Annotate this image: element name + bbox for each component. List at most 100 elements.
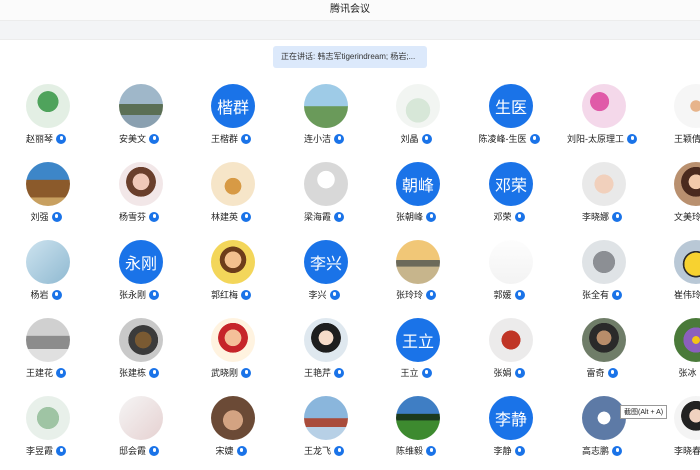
- participant-tile[interactable]: 李昱霞: [0, 392, 92, 470]
- participant-avatar[interactable]: [396, 396, 440, 440]
- participant-tile[interactable]: 雷奇: [556, 314, 648, 392]
- participant-tile[interactable]: 王颖倩: [648, 80, 700, 158]
- participant-avatar[interactable]: [119, 396, 163, 440]
- participant-row: 王建花张建栋武晓刚王艳芹王立王立张娟雷奇张冰: [0, 314, 700, 392]
- participant-avatar[interactable]: [119, 84, 163, 128]
- participant-avatar[interactable]: [304, 318, 348, 362]
- participant-tile[interactable]: 杨雪芬: [93, 158, 185, 236]
- participant-tile[interactable]: 邸会霞: [93, 392, 185, 470]
- participant-tile[interactable]: 宋婕: [185, 392, 277, 470]
- participant-avatar[interactable]: [119, 318, 163, 362]
- participant-tile[interactable]: 李静李静: [463, 392, 555, 470]
- participant-tile[interactable]: 梁海霞: [278, 158, 370, 236]
- participant-avatar[interactable]: [119, 162, 163, 206]
- participant-name: 宋婕: [215, 446, 233, 456]
- participant-avatar[interactable]: [674, 318, 700, 362]
- participant-tile[interactable]: 刘阳-太原理工: [556, 80, 648, 158]
- participant-avatar[interactable]: [582, 162, 626, 206]
- participant-avatar[interactable]: 王立: [396, 318, 440, 362]
- microphone-icon: [149, 212, 159, 222]
- participant-avatar[interactable]: [489, 240, 533, 284]
- participant-tile[interactable]: 张娟: [463, 314, 555, 392]
- participant-avatar[interactable]: [674, 162, 700, 206]
- participant-tile[interactable]: 李兴李兴: [278, 236, 370, 314]
- participant-avatar[interactable]: 楷群: [211, 84, 255, 128]
- participant-avatar[interactable]: [489, 318, 533, 362]
- participant-avatar[interactable]: 朝峰: [396, 162, 440, 206]
- participant-avatar[interactable]: [26, 162, 70, 206]
- participant-avatar[interactable]: [582, 240, 626, 284]
- participant-tile[interactable]: 武晓刚: [185, 314, 277, 392]
- participant-avatar[interactable]: [26, 318, 70, 362]
- microphone-icon: [149, 446, 159, 456]
- participant-avatar[interactable]: [304, 84, 348, 128]
- participant-name: 郭红梅: [211, 290, 238, 300]
- participant-tile[interactable]: 赵丽琴: [0, 80, 92, 158]
- participant-label: 林建英: [185, 210, 277, 223]
- participant-avatar[interactable]: 李静: [489, 396, 533, 440]
- participant-name: 李晓娜: [582, 212, 609, 222]
- participant-avatar[interactable]: [396, 240, 440, 284]
- participant-name: 王立: [400, 368, 418, 378]
- participant-avatar[interactable]: [211, 240, 255, 284]
- participant-avatar[interactable]: [26, 84, 70, 128]
- participant-tile[interactable]: 王建花: [0, 314, 92, 392]
- microphone-icon: [149, 290, 159, 300]
- participant-name: 雷奇: [586, 368, 604, 378]
- participant-tile[interactable]: 张玲玲: [370, 236, 462, 314]
- participant-avatar[interactable]: [211, 318, 255, 362]
- participant-tile[interactable]: 安美文: [93, 80, 185, 158]
- participant-tile[interactable]: 郭红梅: [185, 236, 277, 314]
- participant-avatar[interactable]: [674, 84, 700, 128]
- participant-name: 张玲玲: [396, 290, 423, 300]
- participant-tile[interactable]: 李晓春: [648, 392, 700, 470]
- participant-tile[interactable]: 林建英: [185, 158, 277, 236]
- participant-name: 张朝峰: [396, 212, 423, 222]
- participant-name: 张建栋: [119, 368, 146, 378]
- participant-tile[interactable]: 张冰: [648, 314, 700, 392]
- participant-avatar[interactable]: [304, 396, 348, 440]
- participant-label: 王建花: [0, 366, 92, 379]
- participant-avatar[interactable]: 李兴: [304, 240, 348, 284]
- participant-tile[interactable]: 郭媛: [463, 236, 555, 314]
- speaking-indicator[interactable]: 正在讲话: 韩志军tigerindream; 杨岩;...: [273, 46, 427, 68]
- participant-tile[interactable]: 楷群王楷群: [185, 80, 277, 158]
- participant-avatar[interactable]: [582, 318, 626, 362]
- participant-label: 高志鹏: [556, 444, 648, 457]
- participant-tile[interactable]: 王立王立: [370, 314, 462, 392]
- participant-avatar[interactable]: [26, 396, 70, 440]
- participant-tile[interactable]: 王艳芹: [278, 314, 370, 392]
- participant-tile[interactable]: 陈维毅: [370, 392, 462, 470]
- participant-tile[interactable]: 永刚张永刚: [93, 236, 185, 314]
- participant-avatar[interactable]: [674, 240, 700, 284]
- participant-avatar[interactable]: 生医: [489, 84, 533, 128]
- participant-avatar[interactable]: [211, 162, 255, 206]
- participant-label: 赵丽琴: [0, 132, 92, 145]
- participant-avatar[interactable]: [211, 396, 255, 440]
- participant-tile[interactable]: 邓荣邓荣: [463, 158, 555, 236]
- participant-tile[interactable]: 刘晶: [370, 80, 462, 158]
- avatar-initials: 李兴: [310, 250, 342, 274]
- participant-avatar[interactable]: [26, 240, 70, 284]
- participant-name: 王颖倩: [674, 134, 700, 144]
- participant-avatar[interactable]: 邓荣: [489, 162, 533, 206]
- participant-tile[interactable]: 文美玲: [648, 158, 700, 236]
- participant-avatar[interactable]: [674, 396, 700, 440]
- participant-tile[interactable]: 张全有: [556, 236, 648, 314]
- avatar-initials: 楷群: [217, 94, 249, 118]
- participant-tile[interactable]: 朝峰张朝峰: [370, 158, 462, 236]
- participant-tile[interactable]: 连小洁: [278, 80, 370, 158]
- participant-tile[interactable]: 生医陈凌峰-生医: [463, 80, 555, 158]
- participant-tile[interactable]: 张建栋: [93, 314, 185, 392]
- participant-tile[interactable]: 王龙飞: [278, 392, 370, 470]
- participant-tile[interactable]: 崔伟玲: [648, 236, 700, 314]
- participant-avatar[interactable]: [396, 84, 440, 128]
- participant-tile[interactable]: 杨岩: [0, 236, 92, 314]
- participant-avatar[interactable]: [304, 162, 348, 206]
- participant-tile[interactable]: 高志鹏: [556, 392, 648, 470]
- participant-avatar[interactable]: 永刚: [119, 240, 163, 284]
- participant-name: 王建花: [26, 368, 53, 378]
- participant-tile[interactable]: 刘强: [0, 158, 92, 236]
- participant-tile[interactable]: 李晓娜: [556, 158, 648, 236]
- participant-avatar[interactable]: [582, 84, 626, 128]
